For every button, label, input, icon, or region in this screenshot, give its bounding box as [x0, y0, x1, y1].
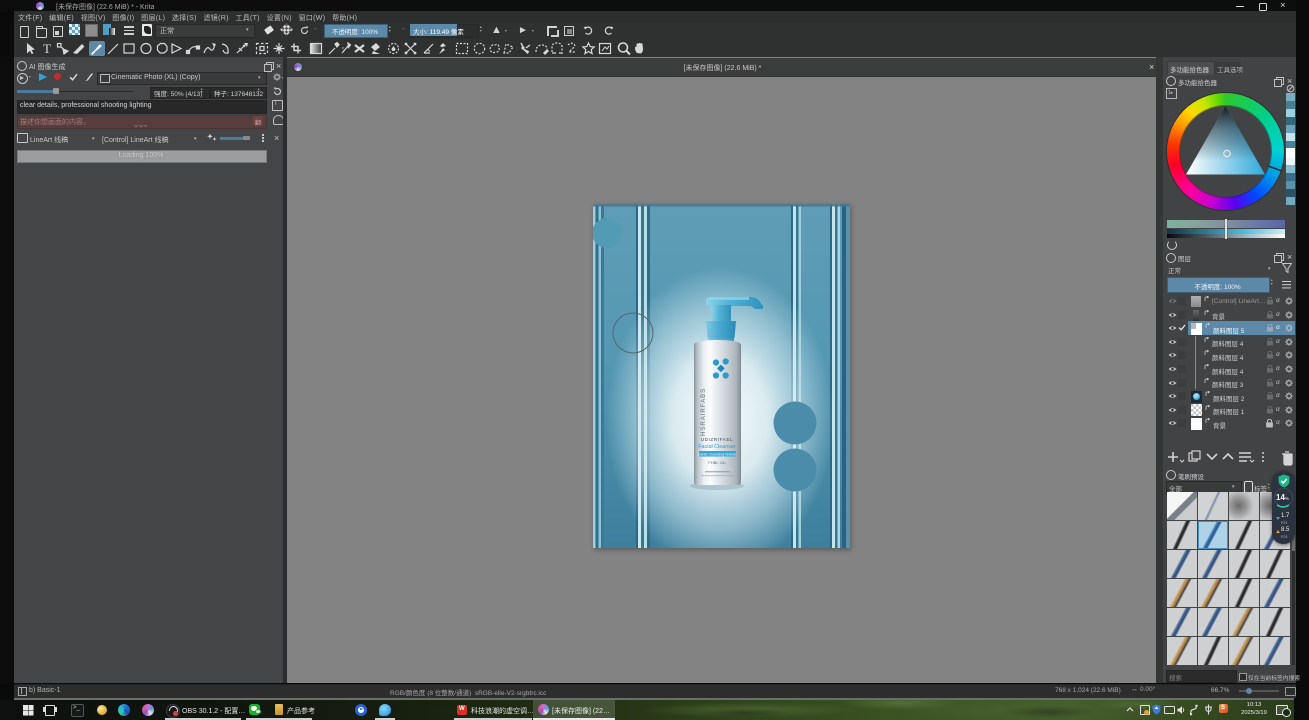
svg-text:Facial Cleanser: Facial Cleanser [698, 444, 736, 450]
svg-text:HSRAIRFABS: HSRAIRFABS [700, 388, 707, 436]
svg-text:UDIZRIFAEL: UDIZRIFAEL [701, 437, 734, 442]
svg-text:FHBL Cln: FHBL Cln [708, 460, 725, 465]
svg-text:Gentle Cleansing Texture: Gentle Cleansing Texture [698, 453, 736, 457]
svg-text:T: T [43, 41, 51, 56]
